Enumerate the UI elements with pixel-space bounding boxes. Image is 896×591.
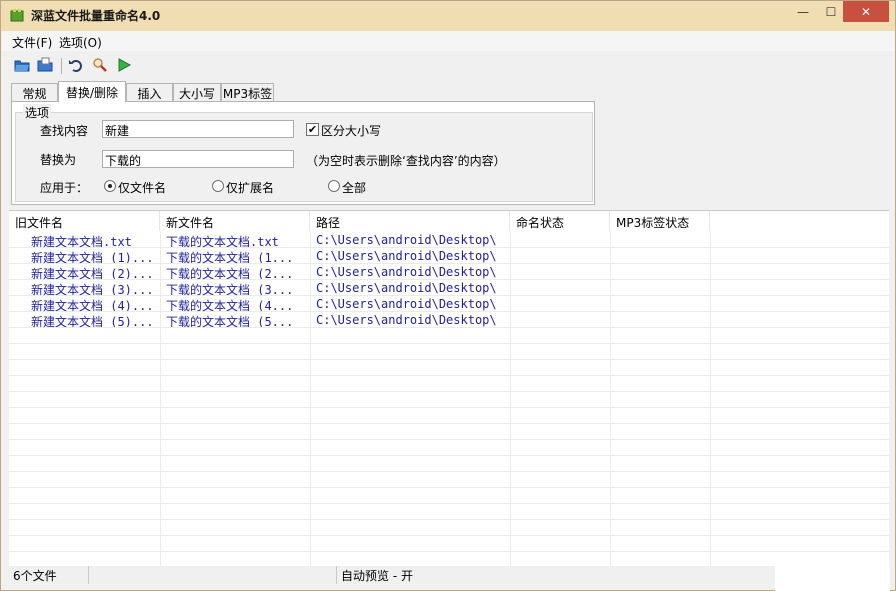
tab-case[interactable]: 大小写 [173, 83, 221, 102]
find-input[interactable]: 新建 [102, 120, 294, 138]
status-preview: 自动预览 - 开 [341, 569, 413, 583]
tab-replace-delete[interactable]: 替换/删除 [58, 81, 126, 102]
grid-line [9, 407, 889, 408]
status-empty-pane [89, 566, 337, 584]
grid-line [9, 423, 889, 424]
grid-line [9, 535, 889, 536]
tab-mp3-tags[interactable]: MP3标签 [221, 83, 274, 102]
toolbar-separator [61, 58, 62, 74]
tab-label: 替换/删除 [65, 85, 119, 100]
column-path[interactable]: 路径 [310, 211, 510, 231]
grid-line [9, 391, 889, 392]
grid-line [160, 231, 161, 566]
close-button[interactable]: ✕ [843, 1, 889, 22]
radio-extension-only-label: 仅扩展名 [226, 181, 275, 195]
case-sensitive-label: 区分大小写 [321, 124, 382, 138]
window-title: 深蓝文件批量重命名4.0 [31, 9, 161, 23]
replace-input[interactable]: 下载的 [102, 150, 294, 168]
open-folder-button[interactable] [12, 56, 32, 76]
apply-to-label: 应用于： [40, 181, 89, 195]
column-old-name[interactable]: 旧文件名 [9, 211, 160, 231]
grid-line [9, 471, 889, 472]
radio-filename-only[interactable] [104, 180, 116, 192]
grid-line [9, 247, 889, 248]
grid-line [9, 455, 889, 456]
grid-line [310, 231, 311, 566]
column-mp3-status[interactable]: MP3标签状态 [610, 211, 710, 231]
case-sensitive-checkbox[interactable]: ✔ [306, 123, 319, 136]
app-window: 深蓝文件批量重命名4.0 — ☐ ✕ 文件(F) 选项(O) 常规 替换/删除 … [0, 0, 896, 591]
preview-button[interactable] [90, 56, 110, 76]
tab-insert[interactable]: 插入 [126, 83, 173, 102]
toolbar [2, 52, 895, 80]
menu-options[interactable]: 选项(O) [59, 34, 102, 51]
grid-line [710, 231, 711, 566]
grid-line [510, 231, 511, 566]
grid-line [610, 231, 611, 566]
minimize-button[interactable]: — [789, 1, 817, 22]
find-label: 查找内容 [40, 124, 89, 138]
tab-general[interactable]: 常规 [11, 83, 58, 102]
grid-line [9, 551, 889, 552]
open-files-button[interactable] [35, 56, 55, 76]
run-icon [116, 57, 132, 76]
undo-button[interactable] [66, 56, 86, 76]
file-list[interactable]: 旧文件名 新文件名 路径 命名状态 MP3标签状态 新建文本文档.txt 下载的文… [9, 210, 889, 566]
radio-all[interactable] [328, 180, 340, 192]
grid-line [9, 295, 889, 296]
status-bar: 6个文件 自动预览 - 开 [9, 566, 775, 584]
replace-hint: （为空时表示删除‘查找内容’的内容） [306, 154, 506, 168]
radio-all-label: 全部 [342, 181, 367, 195]
grid-line [9, 439, 889, 440]
tab-label: 常规 [22, 86, 47, 101]
grid-line [9, 311, 889, 312]
open-folder-icon [14, 57, 30, 76]
grid-line [9, 359, 889, 360]
undo-icon [68, 57, 84, 76]
menu-bar: 文件(F) 选项(O) [2, 31, 895, 51]
menu-file[interactable]: 文件(F) [12, 34, 52, 51]
minimize-icon: — [797, 4, 809, 19]
close-icon: ✕ [860, 4, 872, 19]
file-list-header: 旧文件名 新文件名 路径 命名状态 MP3标签状态 [9, 211, 889, 231]
radio-extension-only[interactable] [212, 180, 224, 192]
grid-line [9, 327, 889, 328]
app-icon [10, 9, 24, 22]
grid-line [9, 263, 889, 264]
options-legend: 选项 [23, 104, 52, 121]
grid-line [9, 279, 889, 280]
tab-label: 大小写 [178, 86, 215, 101]
column-rename-status[interactable]: 命名状态 [510, 211, 610, 231]
run-button[interactable] [114, 56, 134, 76]
maximize-button[interactable]: ☐ [817, 1, 845, 22]
status-file-count: 6个文件 [9, 566, 89, 584]
corner-area [775, 566, 890, 591]
grid-line [9, 343, 889, 344]
grid-line [9, 519, 889, 520]
tab-label: MP3标签 [222, 86, 273, 101]
save-icon [37, 57, 53, 76]
column-new-name[interactable]: 新文件名 [160, 211, 310, 231]
grid-line [9, 375, 889, 376]
replace-label: 替换为 [40, 153, 77, 167]
radio-filename-only-label: 仅文件名 [118, 181, 167, 195]
search-icon [92, 57, 108, 76]
grid-line [9, 487, 889, 488]
grid-line [9, 503, 889, 504]
maximize-icon: ☐ [825, 4, 837, 19]
title-bar[interactable]: 深蓝文件批量重命名4.0 — ☐ ✕ [1, 1, 895, 31]
tab-label: 插入 [137, 86, 162, 101]
